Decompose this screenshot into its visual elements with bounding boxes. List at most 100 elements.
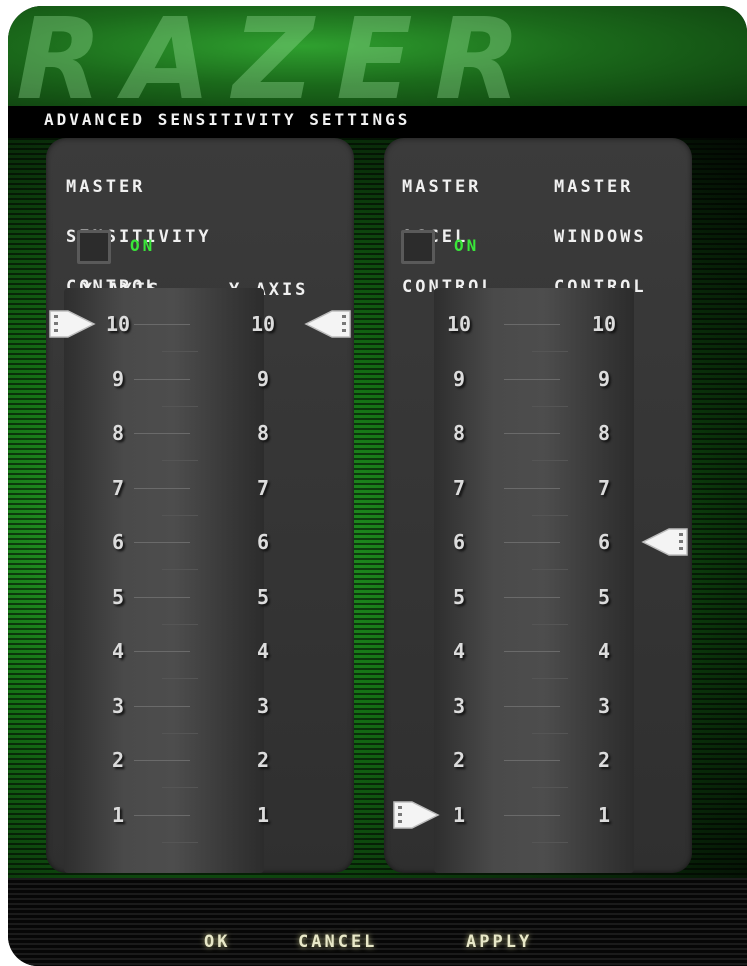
y-axis-scale-number: 5 xyxy=(256,584,270,609)
accel-scale-number: 5 xyxy=(452,584,466,609)
scale-tick xyxy=(532,351,568,352)
master-accel-on-label: on xyxy=(454,236,480,255)
scale-tick xyxy=(162,787,198,788)
scale-tick xyxy=(504,596,560,598)
y-axis-scale-number: 7 xyxy=(256,475,270,500)
y-axis-scale-number: 6 xyxy=(256,530,270,554)
scale-tick xyxy=(532,841,568,843)
scale-tick xyxy=(134,324,190,325)
master-sensitivity-checkbox[interactable] xyxy=(77,230,111,264)
x-axis-scale-number: 3 xyxy=(111,693,125,718)
windows-scale-number: 5 xyxy=(597,584,611,609)
x-axis-scale-number: 7 xyxy=(111,475,125,500)
y-axis-scale-number: 1 xyxy=(256,802,270,827)
accel-scale-number: 7 xyxy=(452,475,466,500)
windows-scale-number: 9 xyxy=(597,366,611,391)
accel-scale-number: 8 xyxy=(452,421,466,445)
label-line: Master xyxy=(66,177,146,197)
scale-tick xyxy=(532,732,568,734)
y-axis-scale-number: 4 xyxy=(256,639,270,663)
scale-tick xyxy=(504,760,560,761)
razer-logo-watermark: RAZER xyxy=(16,6,543,118)
windows-scale-number: 1 xyxy=(597,802,611,827)
y-axis-scale-number: 8 xyxy=(256,421,270,445)
label-line: Windows xyxy=(554,227,647,247)
scale-tick xyxy=(134,433,190,434)
windows-scale-number: 3 xyxy=(597,693,611,718)
scale-tick xyxy=(162,351,198,352)
windows-scale-number: 8 xyxy=(597,421,611,445)
x-axis-scale-number: 1 xyxy=(111,802,125,827)
x-axis-slider-thumb[interactable] xyxy=(48,307,96,341)
y-axis-scale-number: 10 xyxy=(250,312,276,336)
window-title: Advanced Sensitivity Settings xyxy=(44,110,411,129)
y-axis-scale-number: 2 xyxy=(256,748,270,772)
x-axis-scale-number: 6 xyxy=(111,530,125,554)
scale-tick xyxy=(134,651,190,652)
scale-tick xyxy=(162,514,198,516)
scale-tick xyxy=(504,705,560,707)
accel-slider-thumb[interactable] xyxy=(392,798,440,832)
scale-tick xyxy=(532,514,568,516)
scale-tick xyxy=(504,542,560,543)
accel-scale-number: 1 xyxy=(452,802,466,827)
scale-tick xyxy=(134,760,190,761)
scale-tick xyxy=(504,487,560,489)
accel-scale-number: 9 xyxy=(452,366,466,391)
scale-tick xyxy=(162,623,198,625)
scale-tick xyxy=(532,460,568,461)
windows-scale-number: 2 xyxy=(597,748,611,772)
scale-tick xyxy=(162,678,198,679)
apply-button[interactable]: Apply xyxy=(458,928,540,956)
scale-tick xyxy=(532,569,568,570)
accel-scale-number: 6 xyxy=(452,530,466,554)
master-sensitivity-on-label: on xyxy=(130,236,156,255)
windows-scale-number: 6 xyxy=(597,530,611,554)
scale-tick xyxy=(504,378,560,380)
window-frame: RAZER Advanced Sensitivity Settings Mast… xyxy=(8,6,747,966)
header-banner: RAZER xyxy=(8,6,747,118)
scale-tick xyxy=(134,705,190,707)
scale-tick xyxy=(504,324,560,325)
x-axis-scale-number: 5 xyxy=(111,584,125,609)
scale-tick xyxy=(504,433,560,434)
scale-tick xyxy=(162,405,198,407)
windows-scale-number: 7 xyxy=(597,475,611,500)
x-axis-scale-number: 4 xyxy=(111,639,125,663)
accel-scale-number: 10 xyxy=(446,312,472,336)
accel-scale-number: 2 xyxy=(452,748,466,772)
scale-tick xyxy=(134,378,190,380)
y-axis-slider-thumb[interactable] xyxy=(304,307,352,341)
label-line: Master xyxy=(554,177,634,197)
scale-tick xyxy=(162,841,198,843)
sensitivity-scale-track xyxy=(64,288,264,873)
ok-button[interactable]: Ok xyxy=(196,928,238,956)
y-axis-scale-number: 3 xyxy=(256,693,270,718)
x-axis-scale-number: 8 xyxy=(111,421,125,445)
scale-tick xyxy=(504,651,560,652)
scale-tick xyxy=(134,596,190,598)
cancel-button[interactable]: Cancel xyxy=(290,928,385,956)
label-line: Master xyxy=(402,177,482,197)
scale-tick xyxy=(532,678,568,679)
x-axis-scale-number: 9 xyxy=(111,366,125,391)
scale-tick xyxy=(134,542,190,543)
x-axis-scale-number: 2 xyxy=(111,748,125,772)
scale-tick xyxy=(162,460,198,461)
windows-slider-thumb[interactable] xyxy=(641,525,689,559)
y-axis-scale-number: 9 xyxy=(256,366,270,391)
title-bar: Advanced Sensitivity Settings xyxy=(8,106,747,138)
x-axis-scale-number: 10 xyxy=(105,312,131,336)
scale-tick xyxy=(532,623,568,625)
master-accel-checkbox[interactable] xyxy=(401,230,435,264)
scale-tick xyxy=(134,814,190,816)
scale-tick xyxy=(134,487,190,489)
scale-tick xyxy=(162,732,198,734)
accel-scale-number: 4 xyxy=(452,639,466,663)
windows-scale-number: 10 xyxy=(591,312,617,336)
scale-tick xyxy=(532,787,568,788)
svg-text:RAZER: RAZER xyxy=(16,6,543,118)
scale-tick xyxy=(162,569,198,570)
accel-scale-number: 3 xyxy=(452,693,466,718)
windows-scale-number: 4 xyxy=(597,639,611,663)
